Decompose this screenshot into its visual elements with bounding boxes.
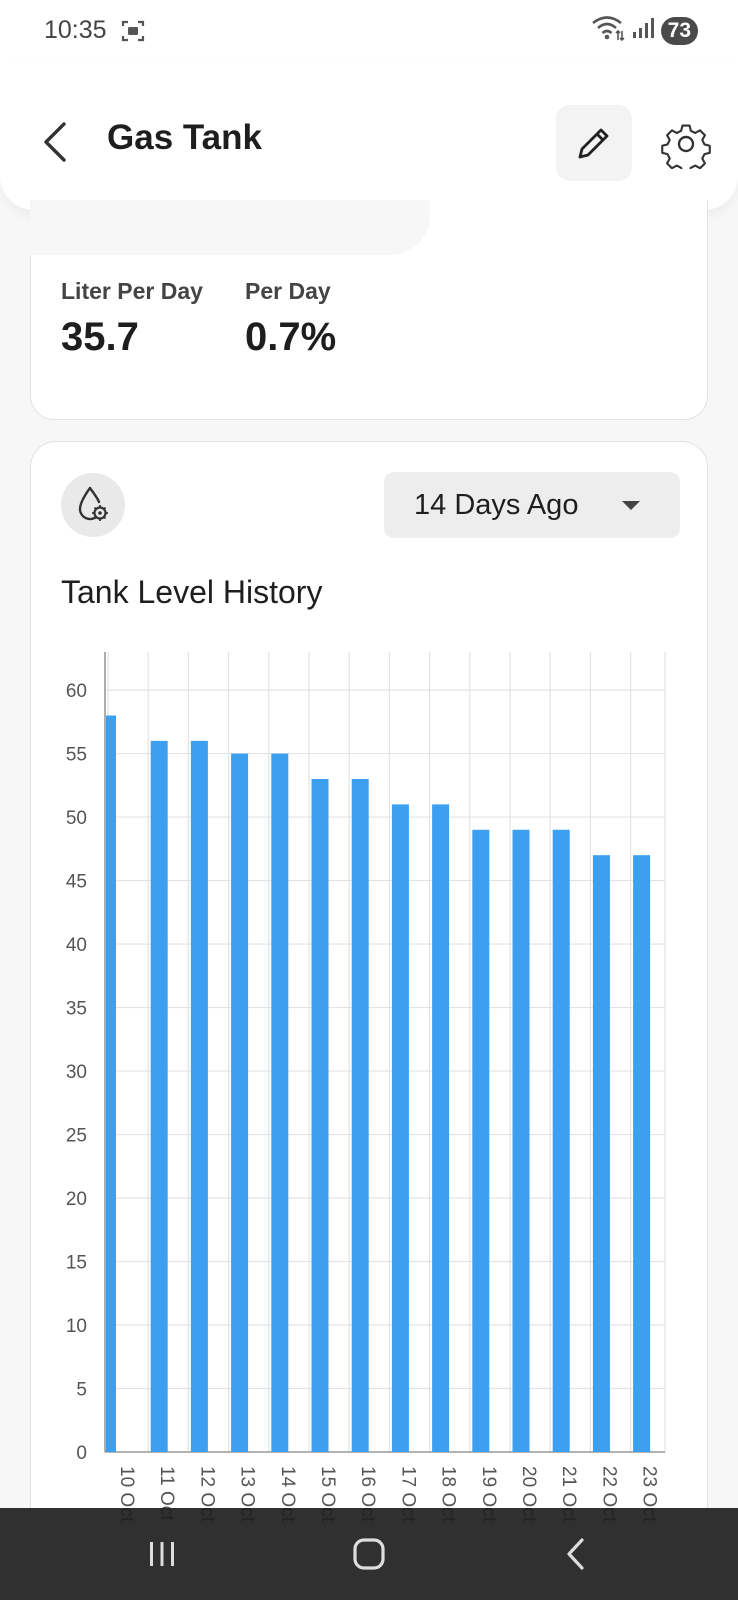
system-nav-bar xyxy=(0,1508,738,1600)
stat-label: Per Day xyxy=(245,278,331,304)
y-tick-label: 5 xyxy=(76,1380,87,1401)
bar xyxy=(432,804,450,1452)
app-bar: Gas Tank xyxy=(0,62,738,210)
y-tick-label: 55 xyxy=(66,745,87,766)
y-tick-label: 10 xyxy=(66,1316,87,1337)
stat-liter-per-day: Liter Per Day 35.7 xyxy=(61,278,203,360)
y-tick-label: 20 xyxy=(66,1189,87,1210)
back-arrow-icon xyxy=(44,122,66,162)
recent-apps-icon xyxy=(150,1542,174,1566)
gear-icon xyxy=(661,124,711,169)
y-tick-label: 15 xyxy=(66,1253,87,1274)
stat-percent-per-day: Per Day 0.7% xyxy=(245,278,336,360)
page-title: Gas Tank xyxy=(107,118,262,157)
system-back-button[interactable] xyxy=(546,1530,606,1578)
signal-icon xyxy=(631,16,655,45)
bar xyxy=(633,855,651,1452)
screenshot-icon xyxy=(120,19,146,48)
edit-button[interactable] xyxy=(556,105,632,181)
bar xyxy=(472,829,490,1452)
y-tick-label: 0 xyxy=(76,1443,87,1464)
y-tick-label: 45 xyxy=(66,872,87,893)
bar xyxy=(592,855,610,1452)
bar xyxy=(271,753,289,1452)
settings-button[interactable] xyxy=(654,112,718,176)
y-tick-label: 50 xyxy=(66,808,87,829)
y-tick-label: 30 xyxy=(66,1062,87,1083)
screen: 10:35 73 Gas Tank Liter Per Day 35.7 Per… xyxy=(0,0,738,1600)
back-button[interactable] xyxy=(30,112,80,172)
bar xyxy=(351,778,369,1452)
status-icons: 73 xyxy=(591,14,698,47)
scrolled-card-edge xyxy=(30,200,430,255)
bar xyxy=(311,778,329,1452)
home-button[interactable] xyxy=(339,1530,399,1578)
bar xyxy=(552,829,570,1452)
pencil-icon xyxy=(578,128,609,159)
recent-apps-button[interactable] xyxy=(132,1530,192,1578)
battery-indicator: 73 xyxy=(660,16,698,45)
wifi-icon xyxy=(591,14,625,47)
y-tick-label: 35 xyxy=(66,999,87,1020)
tank-level-bar-chart: 05101520253035404550556010 Oct 11 Oct 12 O… xyxy=(66,652,666,1523)
stat-value: 35.7 xyxy=(61,315,139,359)
y-tick-label: 25 xyxy=(66,1126,87,1147)
bar xyxy=(190,740,208,1452)
bar xyxy=(150,740,168,1452)
status-bar: 10:35 73 xyxy=(0,0,738,62)
y-tick-label: 60 xyxy=(66,681,87,702)
back-icon xyxy=(567,1538,584,1570)
stat-value: 0.7% xyxy=(245,315,337,359)
y-tick-label: 40 xyxy=(66,935,87,956)
status-time: 10:35 xyxy=(44,16,107,44)
bar xyxy=(231,753,249,1452)
bar xyxy=(391,804,409,1452)
bar xyxy=(106,715,116,1452)
tank-history-card: 14 Days Ago Tank Level History 0 5 10 15 20 2… xyxy=(30,441,708,1600)
home-icon xyxy=(353,1538,385,1570)
stat-label: Liter Per Day xyxy=(61,278,203,304)
bar xyxy=(512,829,530,1452)
